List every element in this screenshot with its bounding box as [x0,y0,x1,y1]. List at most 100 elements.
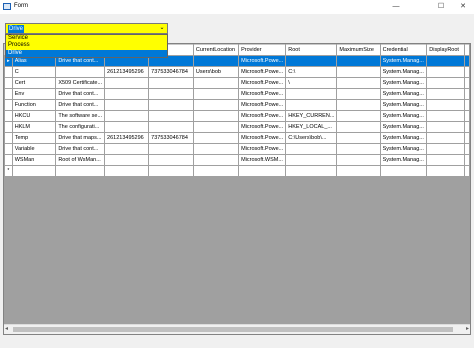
table-cell[interactable] [285,154,338,166]
table-cell[interactable]: Temp [11,132,57,144]
minimize-button[interactable]: — [386,0,406,14]
table-cell[interactable] [104,154,150,166]
column-header[interactable]: Provider [238,44,287,56]
table-cell[interactable] [192,77,240,89]
table-cell[interactable]: System.Manag... [379,121,428,133]
row-header[interactable] [4,121,13,133]
table-cell[interactable] [336,66,381,78]
table-cell[interactable]: System.Manag... [379,143,428,155]
table-cell[interactable]: HKEY_CURREN... [285,110,338,122]
table-cell[interactable] [104,88,150,100]
table-cell[interactable]: The configurati... [55,121,106,133]
table-cell[interactable] [148,110,194,122]
data-grid[interactable]: eCurrentLocationProviderRootMaximumSizeC… [3,43,471,335]
table-cell[interactable]: Microsoft.Powe... [238,55,287,67]
table-cell[interactable]: HKCU [11,110,57,122]
scroll-left-icon[interactable]: ◂ [5,325,8,334]
table-cell[interactable]: Variable [11,143,57,155]
table-cell[interactable]: Microsoft.WSM... [238,154,287,166]
row-header[interactable] [4,88,13,100]
table-cell[interactable]: 261213495296 [104,132,150,144]
table-cell[interactable]: System.Manag... [379,132,428,144]
row-header[interactable] [4,77,13,89]
table-cell[interactable] [336,143,381,155]
table-cell[interactable] [55,66,106,78]
table-cell[interactable] [336,121,381,133]
table-cell[interactable]: Microsoft.Powe... [238,66,287,78]
table-cell[interactable] [426,154,465,166]
table-cell[interactable] [148,154,194,166]
table-cell[interactable] [192,165,240,177]
table-cell[interactable] [426,143,465,155]
table-cell[interactable] [192,132,240,144]
table-cell[interactable] [238,165,287,177]
table-cell[interactable] [148,77,194,89]
table-cell[interactable] [336,88,381,100]
column-header[interactable]: DisplayRoot [426,44,465,56]
table-row[interactable]: C 261213495296 737533046784 Users\bob Micros… [4,66,470,78]
scroll-thumb[interactable] [13,327,453,332]
table-cell[interactable] [148,88,194,100]
table-row[interactable]: Env Drive that cont... Microsoft.Powe... Sy… [4,88,470,100]
table-row[interactable]: Function Drive that cont... Microsoft.Powe… [4,99,470,111]
table-cell[interactable] [426,88,465,100]
table-cell[interactable] [148,143,194,155]
table-cell[interactable] [426,99,465,111]
table-cell[interactable]: Drive that cont... [55,143,106,155]
table-cell[interactable]: Users\bob [192,66,240,78]
column-header[interactable]: Credential [379,44,428,56]
table-cell[interactable] [379,165,428,177]
close-button[interactable]: ✕ [453,0,473,14]
table-cell[interactable]: System.Manag... [379,77,428,89]
table-cell[interactable] [104,165,150,177]
combobox-dropdown-list[interactable]: Service Process Drive [5,34,168,58]
column-header[interactable]: MaximumSize [336,44,381,56]
table-cell[interactable] [426,132,465,144]
table-cell[interactable] [104,143,150,155]
table-cell[interactable]: Microsoft.Powe... [238,132,287,144]
table-cell[interactable]: 737533046784 [148,66,194,78]
table-cell[interactable]: Microsoft.Powe... [238,99,287,111]
table-cell[interactable]: Env [11,88,57,100]
horizontal-scrollbar[interactable]: ◂ ▸ [4,324,470,334]
table-cell[interactable]: WSMan [11,154,57,166]
table-cell[interactable] [192,110,240,122]
table-cell[interactable]: System.Manag... [379,66,428,78]
table-cell[interactable] [336,154,381,166]
table-cell[interactable]: Microsoft.Powe... [238,110,287,122]
table-cell[interactable] [148,121,194,133]
dropdown-option[interactable]: Service [6,35,167,42]
table-cell[interactable]: \ [285,77,338,89]
row-header[interactable] [4,154,13,166]
table-cell[interactable] [426,121,465,133]
table-cell[interactable]: C [11,66,57,78]
table-cell[interactable] [148,99,194,111]
table-cell[interactable] [285,143,338,155]
table-cell[interactable]: 261213495296 [104,66,150,78]
table-cell[interactable] [285,88,338,100]
table-cell[interactable] [426,110,465,122]
row-header[interactable]: * [4,165,13,177]
chevron-down-icon[interactable]: ⌄ [157,24,167,33]
dropdown-option[interactable]: Drive [6,49,167,57]
maximize-button[interactable]: ☐ [431,0,451,14]
table-cell[interactable]: Drive that cont... [55,88,106,100]
table-row[interactable]: Temp Drive that maps... 261213495296 737533… [4,132,470,144]
dropdown-option[interactable]: Process [6,42,167,49]
table-cell[interactable] [336,132,381,144]
table-cell[interactable]: The software se... [55,110,106,122]
row-header[interactable] [4,99,13,111]
table-cell[interactable] [285,55,338,67]
table-cell[interactable] [285,99,338,111]
row-header[interactable] [4,143,13,155]
table-cell[interactable] [426,66,465,78]
column-header[interactable]: Root [285,44,338,56]
table-cell[interactable]: System.Manag... [379,88,428,100]
table-cell[interactable] [192,121,240,133]
table-row[interactable]: Cert X509 Certificate... Microsoft.Powe...… [4,77,470,89]
table-cell[interactable]: Drive that maps... [55,132,106,144]
table-cell[interactable]: HKLM [11,121,57,133]
table-cell[interactable] [426,77,465,89]
scroll-right-icon[interactable]: ▸ [466,325,469,334]
table-cell[interactable] [148,165,194,177]
